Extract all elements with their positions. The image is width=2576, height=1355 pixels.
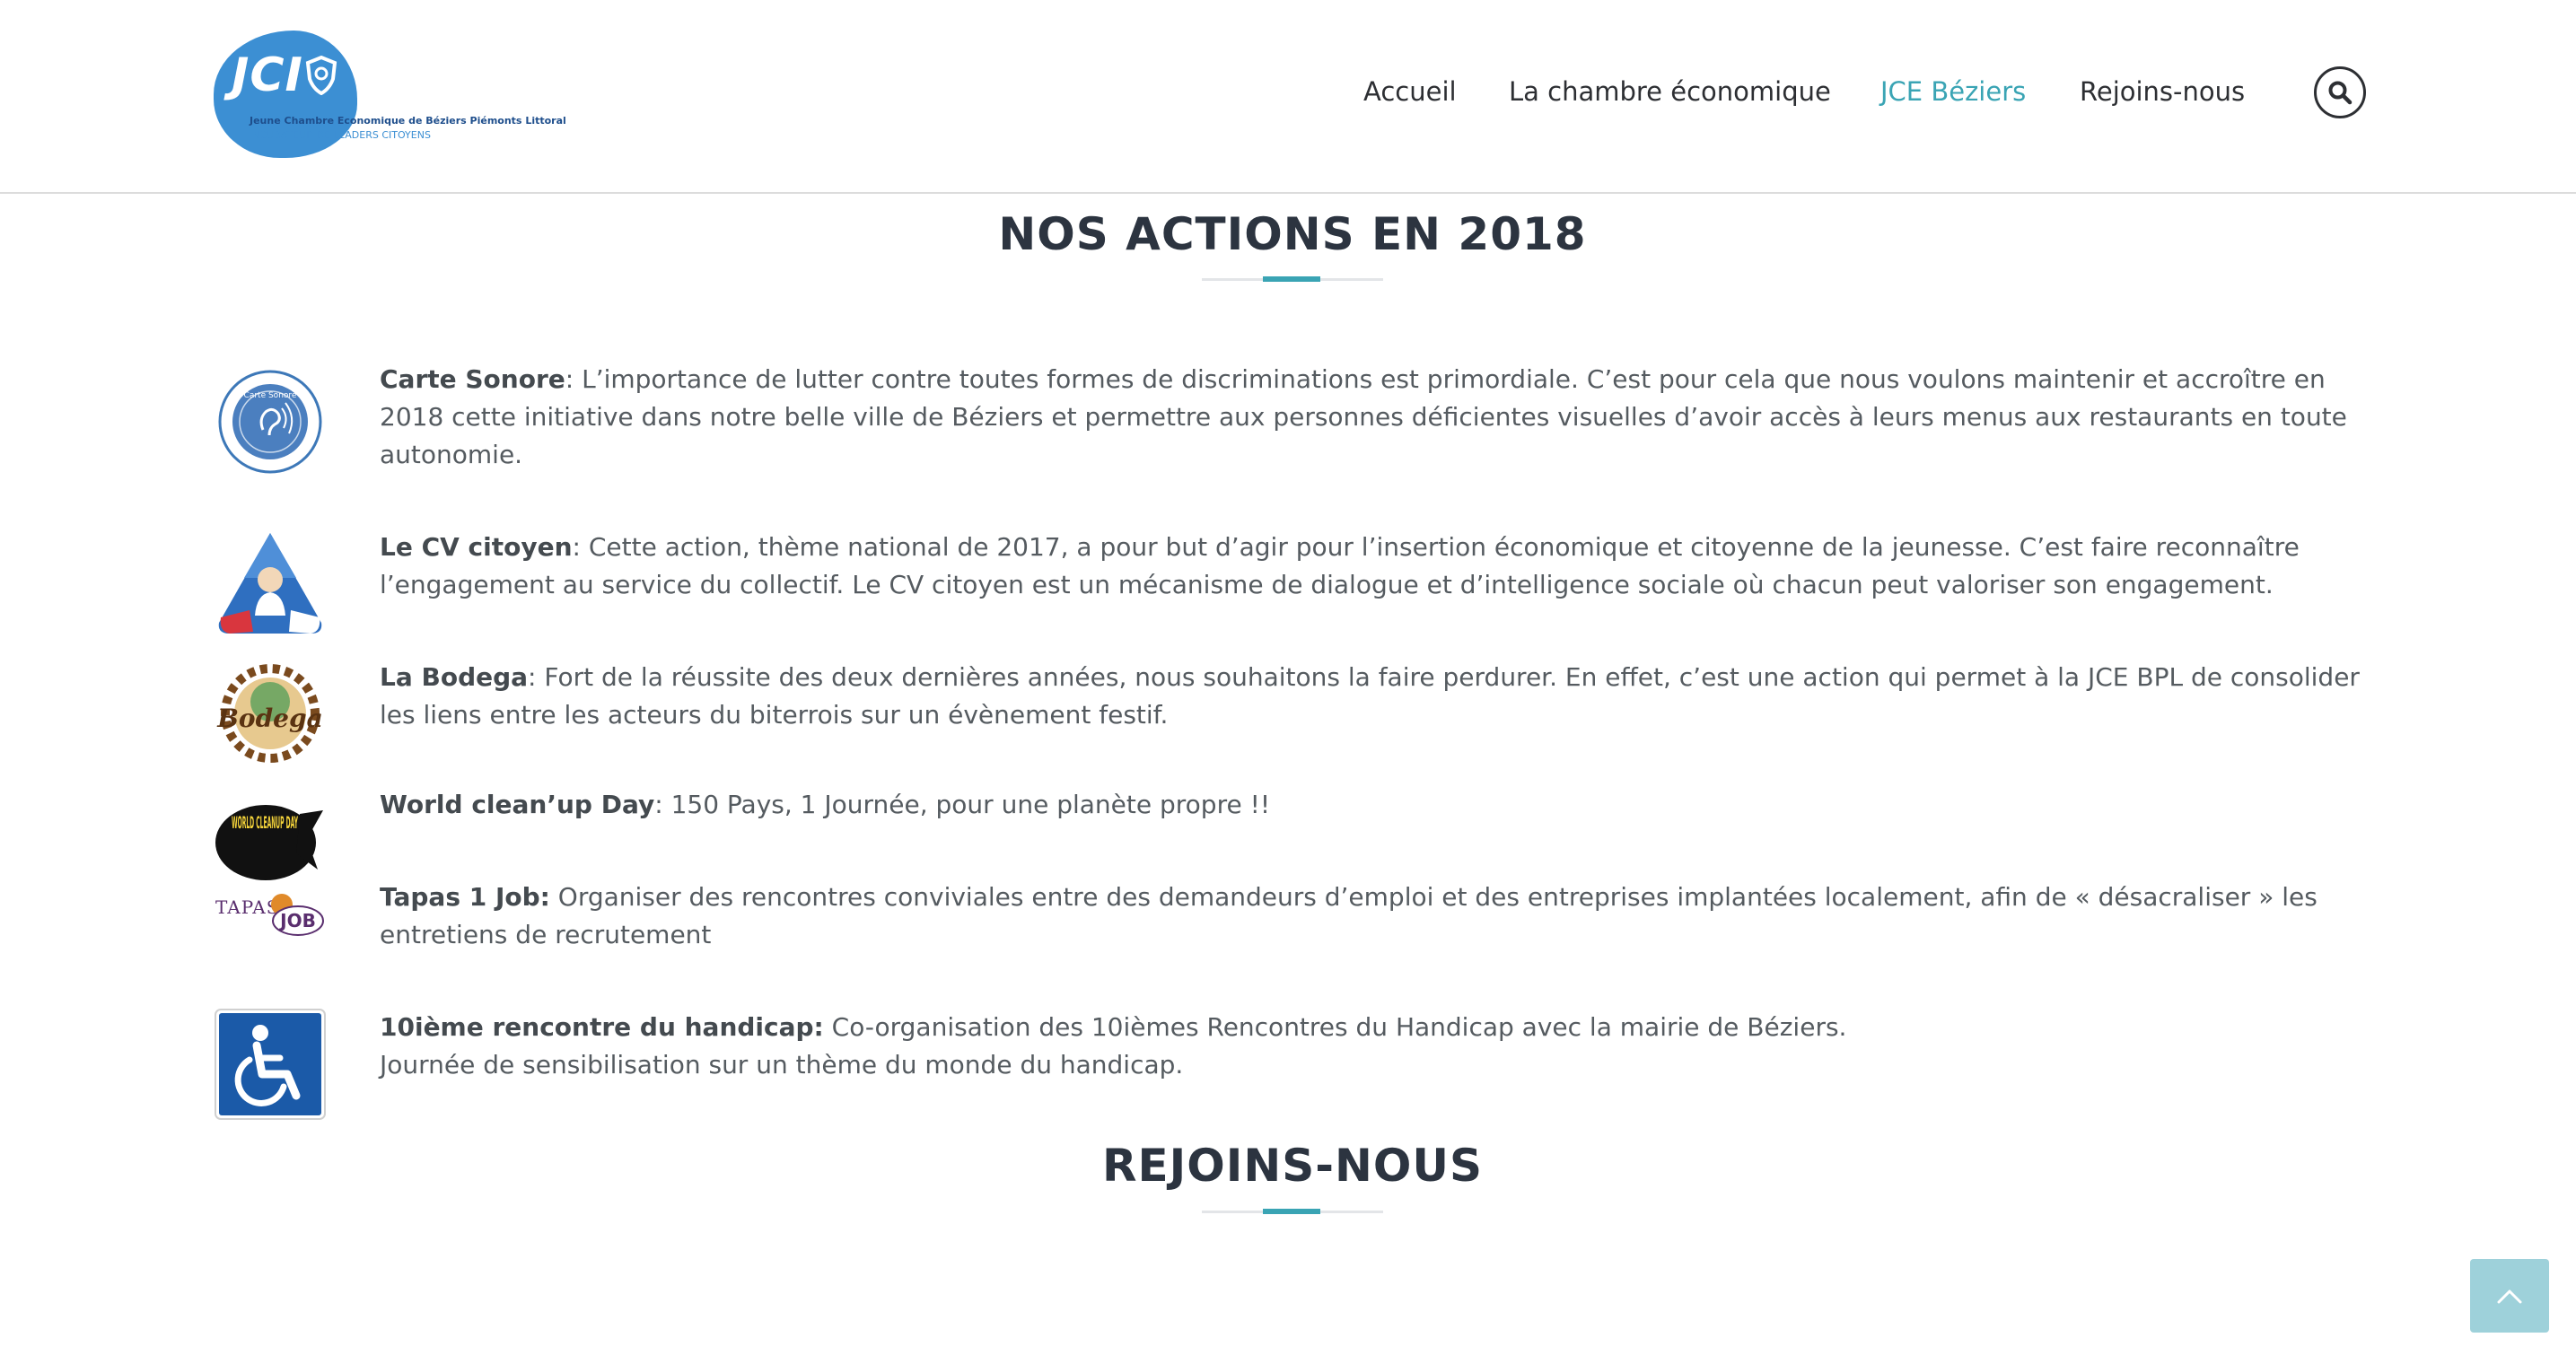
title-underline (1202, 276, 1383, 282)
action-description: Cette action, thème national de 2017, a … (380, 532, 2300, 599)
search-button[interactable] (2314, 66, 2366, 118)
jci-logo[interactable]: JCI Jeune Chambre Economique de Béziers … (214, 31, 566, 162)
action-title: Carte Sonore (380, 364, 565, 394)
action-title: World clean’up Day (380, 790, 655, 819)
action-separator: : (565, 364, 574, 394)
wheelchair-icon (215, 1009, 326, 1120)
world-cleanup-day-logo-text: WORLD CLEANUP DAY (232, 813, 298, 833)
bodega-logo-text: Bodega (216, 704, 322, 733)
actions-section-title: NOS ACTIONS EN 2018 (998, 208, 1587, 260)
cv-citoyen-logo (218, 533, 322, 634)
action-carte-sonore: Carte Sonore: L’importance de lutter con… (380, 361, 2372, 474)
site-header: JCI Jeune Chambre Economique de Béziers … (0, 0, 2576, 194)
action-rencontre-handicap: 10ième rencontre du handicap: Co-organis… (380, 1009, 2372, 1084)
action-world-cleanup-day: World clean’up Day: 150 Pays, 1 Journée,… (380, 786, 2372, 824)
action-description: Co-organisation des 10ièmes Rencontres d… (823, 1012, 1847, 1042)
action-title: La Bodega (380, 662, 529, 692)
title-underline-accent (1263, 1209, 1320, 1214)
nav-chambre-economique[interactable]: La chambre économique (1509, 76, 1831, 107)
chevron-up-icon (2497, 1289, 2522, 1304)
shield-icon (305, 56, 337, 95)
action-separator: : (654, 790, 663, 819)
title-underline (1202, 1209, 1383, 1214)
action-description: Fort de la réussite des deux dernières a… (380, 662, 2360, 730)
logo-text: JCI (232, 48, 303, 102)
bodega-logo: Bodega (216, 664, 323, 763)
world-cleanup-day-logo: WORLD CLEANUP DAY (215, 805, 323, 880)
join-section-title: REJOINS-NOUS (1102, 1140, 1483, 1192)
carte-sonore-logo: Carte Sonore (218, 370, 322, 474)
action-separator: : (572, 532, 581, 562)
action-title: 10ième rencontre du handicap: (380, 1012, 824, 1042)
logo-subtitle: Jeune Chambre Economique de Béziers Piém… (250, 115, 566, 127)
title-underline-accent (1263, 276, 1320, 282)
action-title: Tapas 1 Job: (380, 882, 550, 912)
action-description: 150 Pays, 1 Journée, pour une planète pr… (662, 790, 1271, 819)
action-description-line2: Journée de sensibilisation sur un thème … (380, 1050, 1184, 1080)
action-description: L’importance de lutter contre toutes for… (380, 364, 2347, 469)
nav-rejoins-nous[interactable]: Rejoins-nous (2080, 76, 2245, 107)
search-icon (2328, 81, 2353, 105)
nav-accueil[interactable]: Accueil (1363, 76, 1457, 107)
carte-sonore-logo-text: Carte Sonore (244, 391, 297, 400)
tapas-1-job-logo: TAPAS JOB (215, 894, 324, 936)
job-logo-text: JOB (278, 910, 316, 931)
action-title: Le CV citoyen (380, 532, 573, 562)
action-la-bodega: La Bodega: Fort de la réussite des deux … (380, 659, 2372, 734)
logo-tagline: INCUBATEUR DE LEADERS CITOYENS (250, 129, 431, 141)
action-cv-citoyen: Le CV citoyen: Cette action, thème natio… (380, 529, 2372, 604)
back-to-top-button[interactable] (2470, 1259, 2549, 1333)
tapas-logo-text: TAPAS (215, 896, 279, 918)
nav-jce-beziers[interactable]: JCE Béziers (1880, 76, 2026, 107)
action-description: Organiser des rencontres conviviales ent… (380, 882, 2318, 949)
action-tapas-1-job: Tapas 1 Job: Organiser des rencontres co… (380, 879, 2372, 954)
